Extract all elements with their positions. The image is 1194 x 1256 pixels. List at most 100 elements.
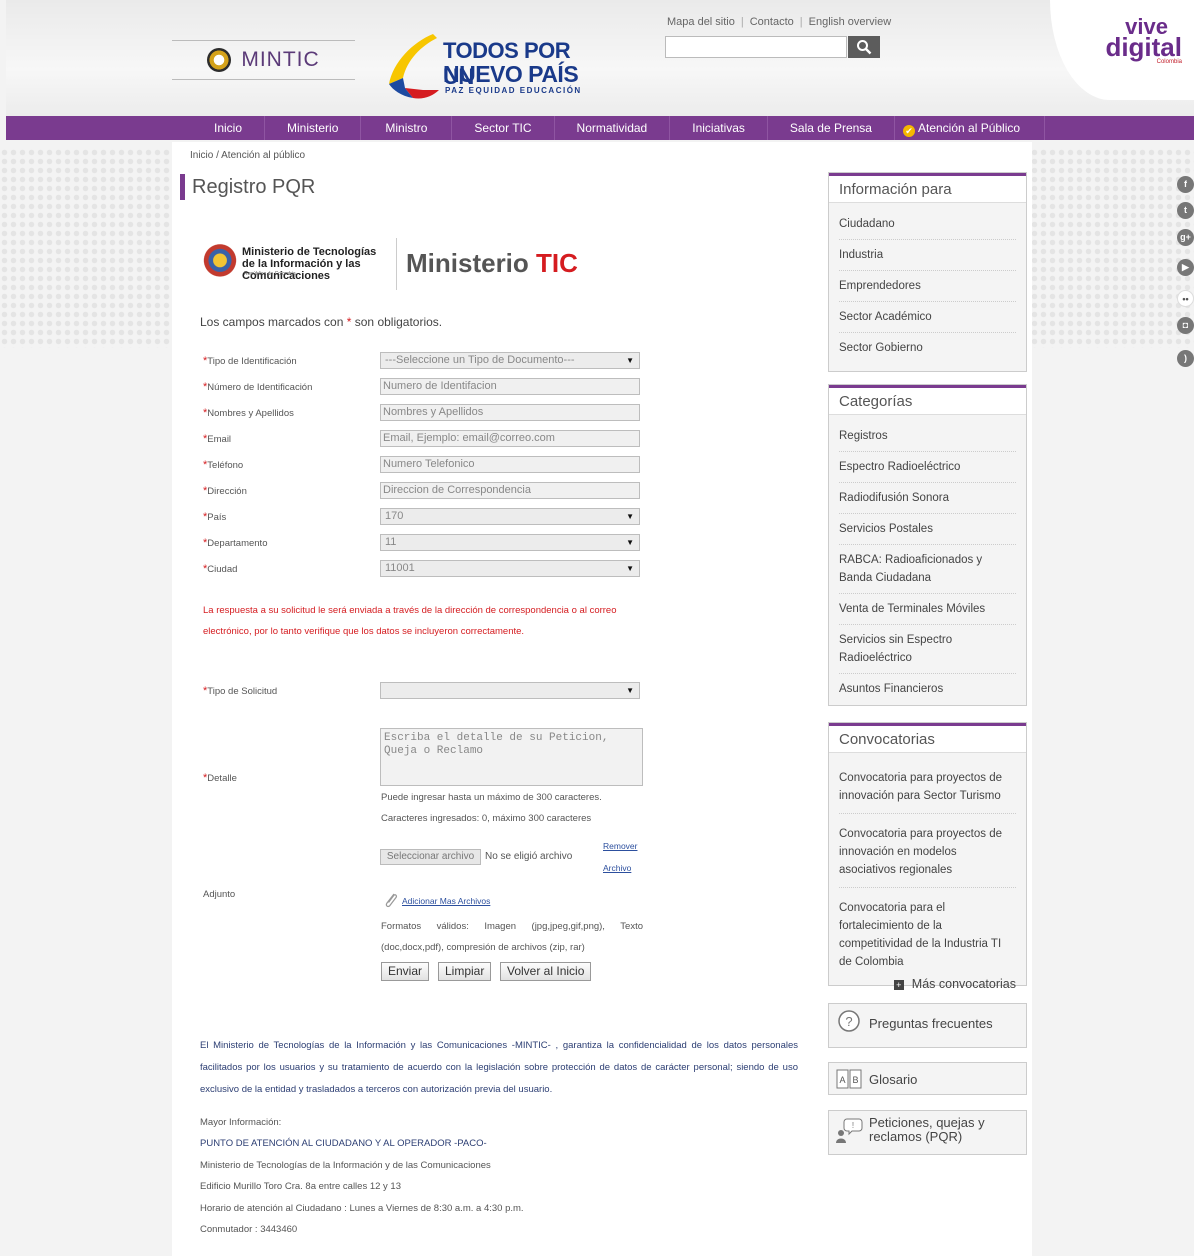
pqr-box[interactable]: ! Peticiones, quejas y reclamos (PQR) bbox=[828, 1110, 1027, 1155]
direccion-input[interactable]: Direccion de Correspondencia bbox=[380, 482, 640, 499]
tipo-identificacion-label: *Tipo de Identificación bbox=[203, 355, 297, 367]
svg-text:A: A bbox=[839, 1075, 845, 1085]
question-icon: ? bbox=[838, 1010, 860, 1032]
enviar-button[interactable]: Enviar bbox=[381, 962, 430, 981]
english-overview-link[interactable]: English overview bbox=[809, 16, 892, 28]
label-text: Ciudad bbox=[207, 564, 238, 575]
more-convocatorias-label: Más convocatorias bbox=[911, 977, 1016, 991]
plus-icon: + bbox=[893, 980, 904, 990]
tipo-identificacion-select[interactable]: ---Seleccione un Tipo de Documento--- ▼ bbox=[380, 352, 640, 369]
search-input[interactable] bbox=[665, 36, 847, 58]
nav-sector-tic[interactable]: Sector TIC bbox=[452, 116, 555, 140]
tipo-solicitud-label: *Tipo de Solicitud bbox=[203, 685, 278, 697]
government-logo[interactable]: TODOS POR UN NUEVO PAÍS PAZ EQUIDAD EDUC… bbox=[383, 14, 583, 100]
edificio-line: Edificio Murillo Toro Cra. 8a entre call… bbox=[200, 1181, 402, 1192]
ciudad-select[interactable]: 11001 ▼ bbox=[380, 560, 640, 577]
flickr-icon[interactable]: •• bbox=[1177, 290, 1194, 307]
email-input[interactable]: Email, Ejemplo: email@correo.com bbox=[380, 430, 640, 447]
ministry-tic-logo: Ministerio de Tecnologías de la Informac… bbox=[200, 236, 580, 292]
main-navigation: Inicio Ministerio Ministro Sector TIC No… bbox=[6, 116, 1194, 140]
remove-file-link-line2[interactable]: Archivo bbox=[603, 863, 631, 873]
glosario-box[interactable]: A B Glosario bbox=[828, 1062, 1027, 1095]
sidebar-item-sector-academico[interactable]: Sector Académico bbox=[829, 308, 1026, 326]
paperclip-icon bbox=[385, 893, 397, 908]
wordmark-tic: TIC bbox=[536, 248, 578, 278]
twitter-icon[interactable]: t bbox=[1177, 202, 1194, 219]
label-text: Teléfono bbox=[207, 460, 244, 471]
nav-iniciativas[interactable]: Iniciativas bbox=[670, 116, 768, 140]
label-text: País bbox=[207, 512, 227, 523]
search-button[interactable] bbox=[848, 36, 880, 58]
category-terminales-moviles[interactable]: Venta de Terminales Móviles bbox=[829, 600, 1026, 618]
add-more-files-link[interactable]: Adicionar Mas Archivos bbox=[402, 896, 490, 906]
nav-sala-de-prensa[interactable]: Sala de Prensa bbox=[768, 116, 895, 140]
label-text: Dirección bbox=[207, 486, 247, 497]
category-asuntos-financieros[interactable]: Asuntos Financieros bbox=[829, 680, 1026, 698]
gov-slogan-line3: PAZ EQUIDAD EDUCACIÓN bbox=[445, 86, 582, 95]
telefono-input[interactable]: Numero Telefonico bbox=[380, 456, 640, 473]
nav-ministerio[interactable]: Ministerio bbox=[265, 116, 362, 140]
mintic-logo[interactable]: MINTIC bbox=[172, 40, 355, 80]
convocatoria-modelos-asociativos[interactable]: Convocatoria para proyectos de innovació… bbox=[829, 825, 1026, 879]
required-note-before: Los campos marcados con bbox=[200, 315, 347, 329]
nombres-input[interactable]: Nombres y Apellidos bbox=[380, 404, 640, 421]
rss-icon[interactable]: ) bbox=[1177, 350, 1194, 367]
coat-of-arms-icon bbox=[207, 48, 232, 72]
dropdown-arrow-icon: ▼ bbox=[626, 512, 634, 521]
numero-identificacion-label: *Número de Identificación bbox=[203, 381, 313, 393]
digital-logo-text: digital bbox=[1105, 32, 1182, 62]
telefono-label: *Teléfono bbox=[203, 459, 244, 471]
coat-of-arms-icon bbox=[202, 242, 238, 288]
facebook-icon[interactable]: f bbox=[1177, 176, 1194, 193]
breadcrumb[interactable]: Inicio / Atención al público bbox=[190, 150, 305, 161]
numero-identificacion-input[interactable]: Numero de Identifacion bbox=[380, 378, 640, 395]
convocatorias-box: Convocatorias Convocatoria para proyecto… bbox=[828, 722, 1027, 991]
page-title: Registro PQR bbox=[180, 174, 315, 200]
volver-inicio-button[interactable]: Volver al Inicio bbox=[500, 962, 592, 981]
convocatoria-turismo[interactable]: Convocatoria para proyectos de innovació… bbox=[829, 769, 1026, 805]
contact-link[interactable]: Contacto bbox=[750, 16, 794, 28]
sidebar-item-ciudadano[interactable]: Ciudadano bbox=[829, 215, 1026, 233]
departamento-select[interactable]: 11 ▼ bbox=[380, 534, 640, 551]
more-convocatorias-link[interactable]: + Más convocatorias bbox=[829, 977, 1026, 991]
category-espectro[interactable]: Espectro Radioeléctrico bbox=[829, 458, 1026, 476]
category-servicios-sin-espectro[interactable]: Servicios sin Espectro Radioeléctrico bbox=[829, 631, 1026, 667]
label-text: Email bbox=[207, 434, 232, 445]
ministry-tic-wordmark: Ministerio TIC bbox=[406, 248, 578, 279]
logo-divider bbox=[396, 238, 397, 290]
faq-box[interactable]: ? Preguntas frecuentes bbox=[828, 1003, 1027, 1048]
detalle-textarea[interactable]: Escriba el detalle de su Peticion, Queja… bbox=[380, 728, 643, 786]
label-text: Departamento bbox=[207, 538, 268, 549]
google-plus-icon[interactable]: g+ bbox=[1177, 229, 1194, 246]
sitemap-link[interactable]: Mapa del sitio bbox=[667, 16, 735, 28]
select-file-button[interactable]: Seleccionar archivo bbox=[380, 849, 481, 865]
select-value: 11 bbox=[385, 536, 397, 548]
departamento-label: *Departamento bbox=[203, 537, 268, 549]
svg-text:B: B bbox=[852, 1075, 858, 1085]
nav-inicio[interactable]: Inicio bbox=[192, 116, 266, 140]
nav-normatividad[interactable]: Normatividad bbox=[555, 116, 671, 140]
label-text: Tipo de Identificación bbox=[207, 356, 297, 367]
sidebar-item-sector-gobierno[interactable]: Sector Gobierno bbox=[829, 339, 1026, 357]
limpiar-button[interactable]: Limpiar bbox=[438, 962, 492, 981]
category-servicios-postales[interactable]: Servicios Postales bbox=[829, 520, 1026, 538]
nav-atencion-al-publico[interactable]: ✔ Atención al Público bbox=[895, 116, 1046, 140]
category-radiodifusion[interactable]: Radiodifusión Sonora bbox=[829, 489, 1026, 507]
remove-file-link-line1[interactable]: Remover bbox=[603, 841, 637, 851]
adjunto-label: Adjunto bbox=[203, 889, 236, 900]
nav-ministro[interactable]: Ministro bbox=[361, 116, 453, 140]
category-registros[interactable]: Registros bbox=[829, 427, 1026, 445]
pais-select[interactable]: 170 ▼ bbox=[380, 508, 640, 525]
sidebar-item-industria[interactable]: Industria bbox=[829, 246, 1026, 264]
direccion-label: *Dirección bbox=[203, 485, 247, 497]
instagram-icon[interactable]: ◘ bbox=[1177, 317, 1194, 334]
category-rabca[interactable]: RABCA: Radioaficionados y Banda Ciudadan… bbox=[829, 551, 1026, 587]
youtube-icon[interactable]: ▶ bbox=[1177, 259, 1194, 276]
info-para-box: Información para Ciudadano Industria Emp… bbox=[828, 172, 1027, 372]
tipo-solicitud-select[interactable]: ▼ bbox=[380, 682, 640, 699]
glosario-label: Glosario bbox=[869, 1072, 918, 1087]
select-value: 11001 bbox=[385, 562, 415, 574]
sidebar-item-emprendedores[interactable]: Emprendedores bbox=[829, 277, 1026, 295]
convocatoria-industria-ti[interactable]: Convocatoria para el fortalecimiento de … bbox=[829, 899, 1026, 971]
dropdown-arrow-icon: ▼ bbox=[626, 686, 634, 695]
